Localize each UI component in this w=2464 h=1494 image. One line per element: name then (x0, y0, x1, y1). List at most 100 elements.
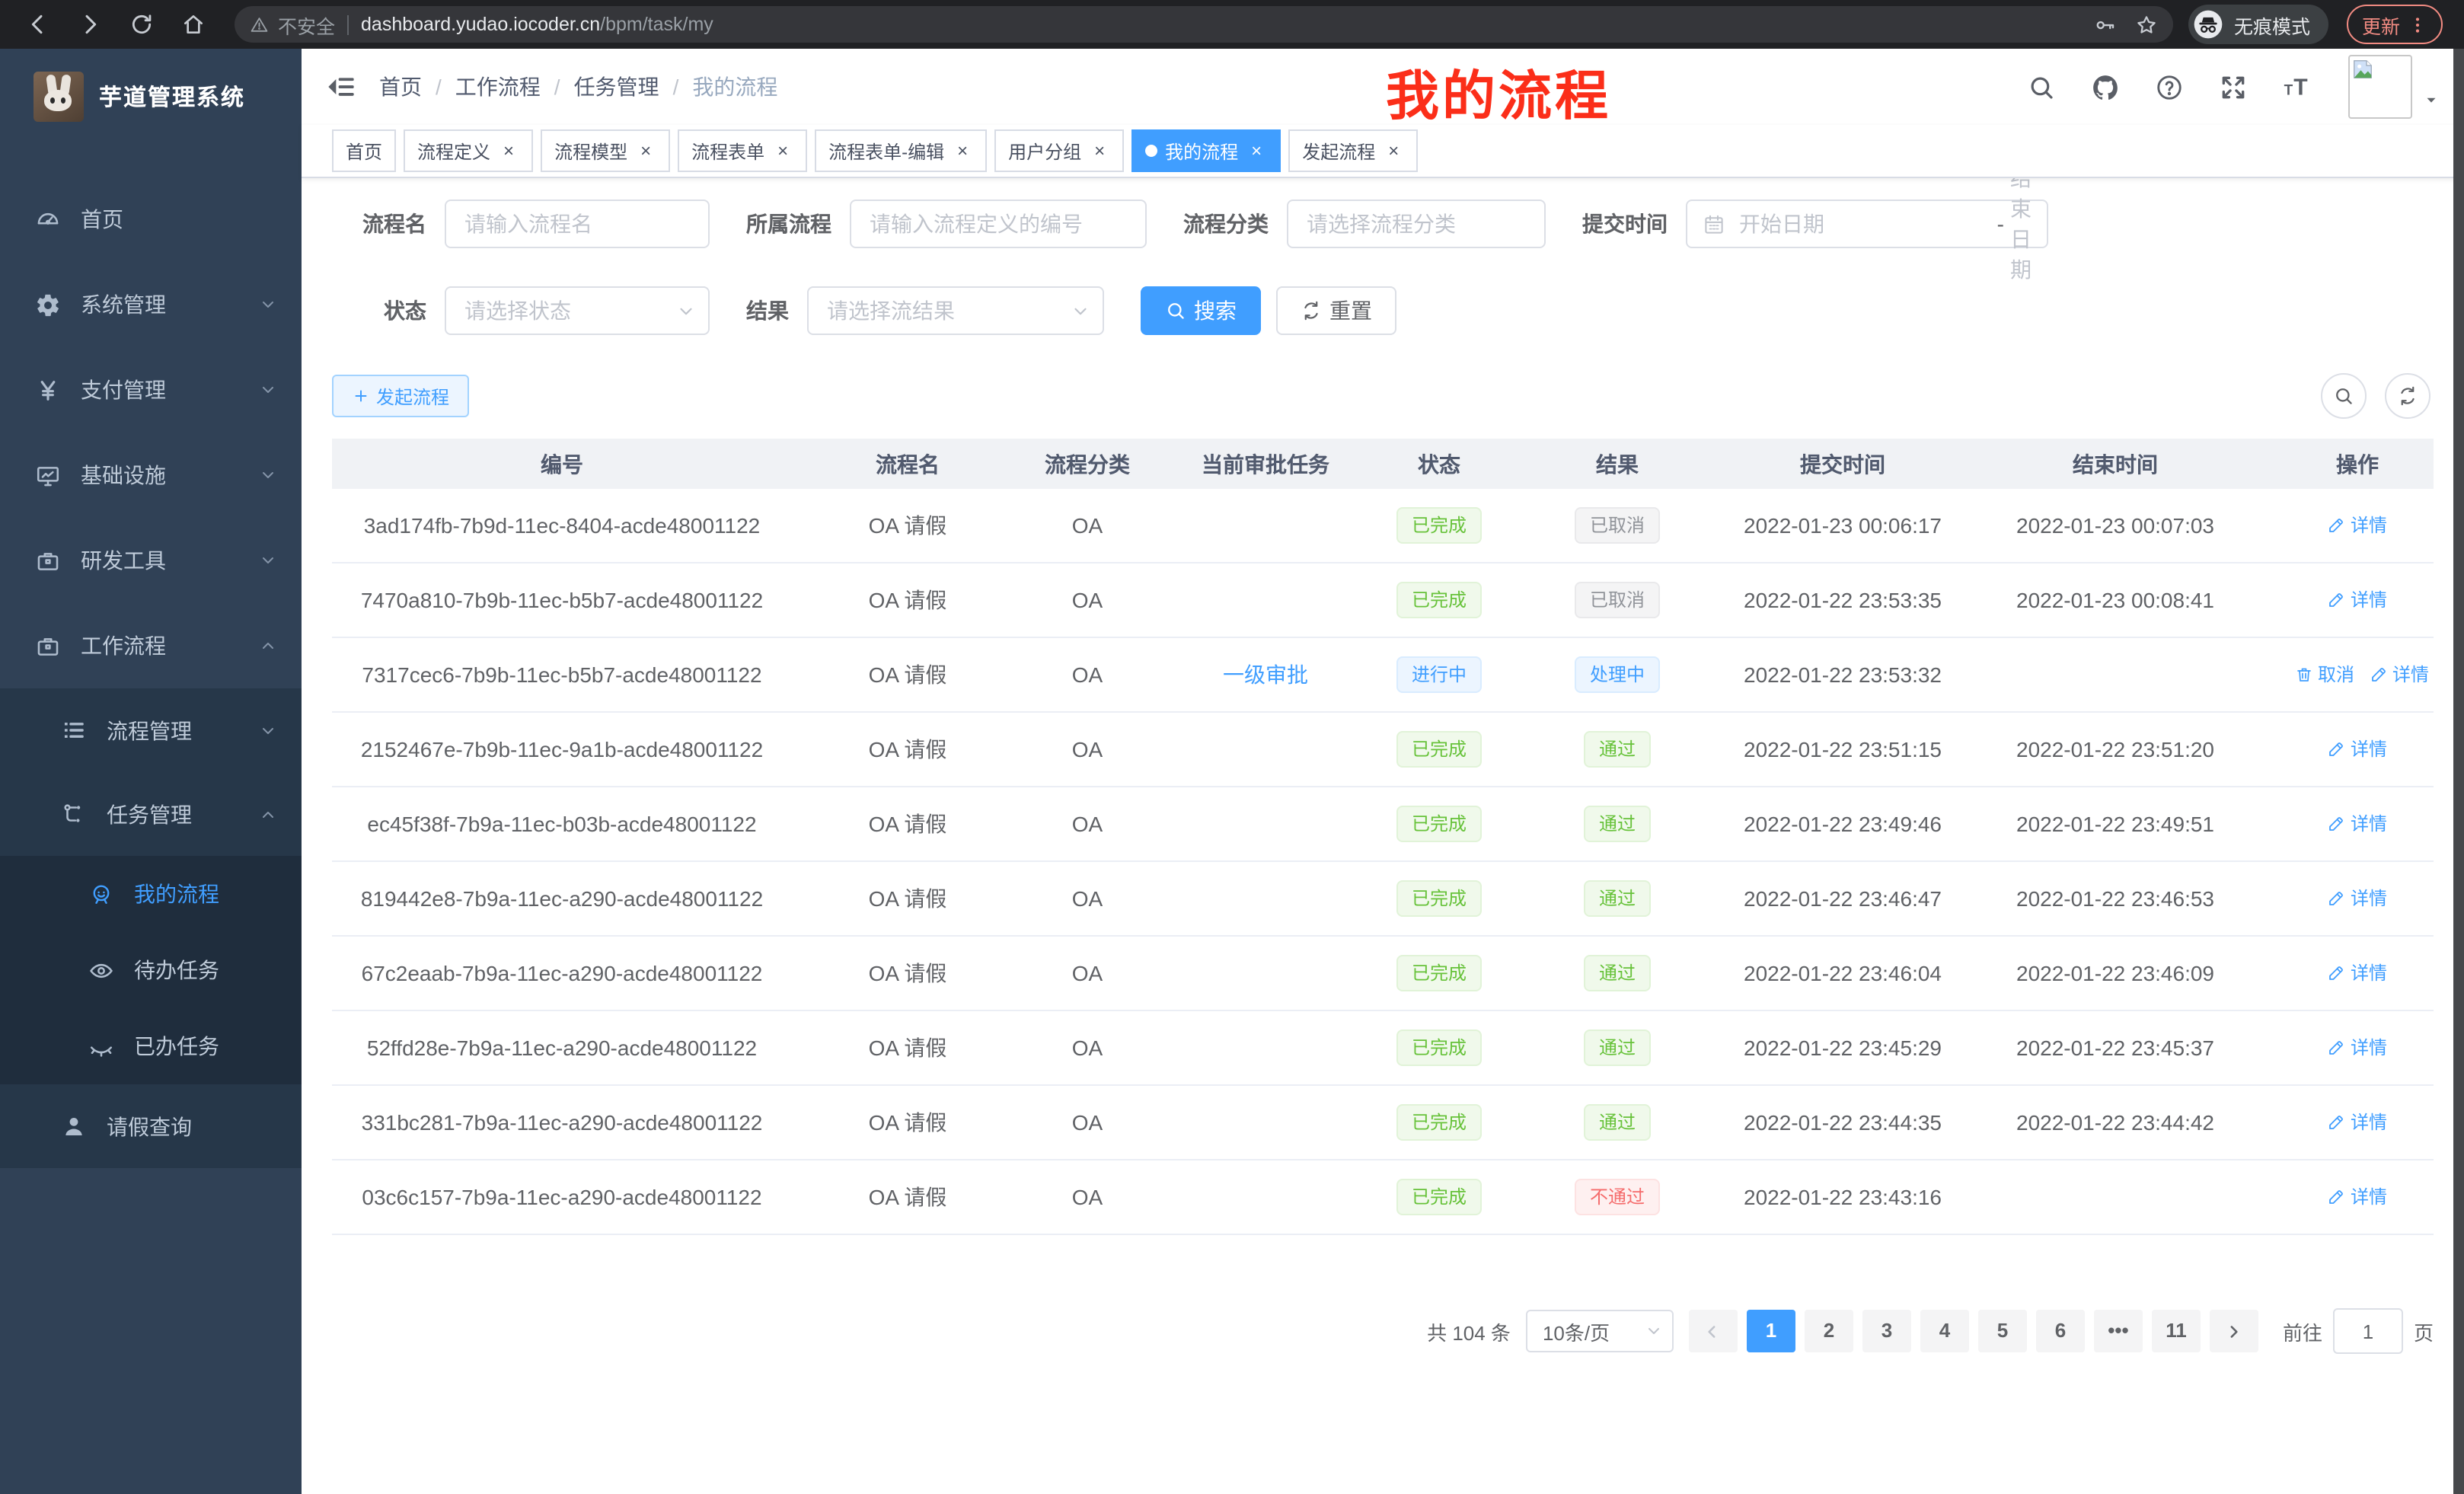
close-icon[interactable]: × (772, 140, 793, 161)
home-icon[interactable] (181, 12, 206, 37)
tab-process-form[interactable]: 流程表单 × (678, 129, 807, 172)
prev-page-button[interactable] (1689, 1310, 1738, 1352)
fullscreen-icon[interactable] (2219, 72, 2248, 101)
page-ellipsis[interactable]: ••• (2094, 1310, 2143, 1352)
star-icon[interactable] (2135, 13, 2158, 36)
next-page-button[interactable] (2210, 1310, 2258, 1352)
reset-button[interactable]: 重置 (1276, 286, 1396, 335)
page-size-select[interactable]: 10条/页 (1526, 1310, 1674, 1352)
browser-scrollbar[interactable] (2453, 49, 2464, 1494)
page-button-2[interactable]: 2 (1805, 1310, 1853, 1352)
search-button[interactable]: 搜索 (1141, 286, 1261, 335)
tab-process-model[interactable]: 流程模型 × (541, 129, 670, 172)
field-input[interactable] (867, 210, 1130, 238)
detail-action-link[interactable]: 详情 (2328, 587, 2387, 613)
field-control[interactable] (850, 200, 1147, 248)
close-icon[interactable]: × (1089, 140, 1110, 161)
field-input[interactable] (461, 297, 693, 324)
tab-user-group[interactable]: 用户分组 × (994, 129, 1124, 172)
field-control[interactable] (445, 200, 710, 248)
sidebar-item-home[interactable]: 首页 (0, 177, 302, 262)
page-button-1[interactable]: 1 (1747, 1310, 1795, 1352)
breadcrumb-item[interactable]: 我的流程 (692, 72, 777, 102)
field-label: 结果 (746, 295, 789, 326)
kebab-menu-icon[interactable] (2408, 14, 2427, 34)
field-control[interactable] (807, 286, 1104, 335)
close-icon[interactable]: × (1246, 140, 1267, 161)
sidebar-item-my-process[interactable]: 我的流程 (0, 856, 302, 932)
edit-icon (2370, 666, 2388, 684)
field-input[interactable] (1736, 210, 1991, 238)
sidebar-item-payment[interactable]: 支付管理 (0, 347, 302, 433)
cancel-action-link[interactable]: 取消 (2295, 662, 2354, 688)
close-icon[interactable]: × (498, 140, 519, 161)
detail-action-link[interactable]: 详情 (2328, 886, 2387, 911)
detail-action-link[interactable]: 详情 (2328, 512, 2387, 538)
status-badge: 进行中 (1396, 656, 1482, 693)
key-icon[interactable] (2094, 13, 2117, 36)
caret-down-icon[interactable] (2423, 91, 2440, 108)
page-button-3[interactable]: 3 (1862, 1310, 1911, 1352)
detail-action-link[interactable]: 详情 (2328, 1184, 2387, 1210)
sidebar-item-process-mgmt[interactable]: 流程管理 (0, 688, 302, 772)
start-process-button[interactable]: 发起流程 (332, 375, 469, 417)
filter-row-2: 状态 结果 (332, 286, 2434, 335)
field-control[interactable] (1287, 200, 1546, 248)
hamburger-icon[interactable] (326, 72, 356, 102)
sidebar-item-todo-tasks[interactable]: 待办任务 (0, 932, 302, 1008)
end-date-placeholder[interactable]: 结束日期 (2010, 163, 2032, 285)
field-control[interactable]: - 结束日期 (1686, 200, 2048, 248)
search-icon[interactable] (2027, 72, 2056, 101)
sidebar-item-leave-query[interactable]: 请假查询 (0, 1084, 302, 1168)
field-input[interactable] (461, 210, 693, 238)
page-button-4[interactable]: 4 (1920, 1310, 1969, 1352)
github-icon[interactable] (2091, 72, 2120, 101)
reload-icon[interactable] (129, 12, 154, 37)
forward-icon[interactable] (78, 12, 102, 37)
tab-process-definition[interactable]: 流程定义 × (404, 129, 533, 172)
breadcrumb-item[interactable]: 首页 (379, 72, 422, 102)
user-avatar[interactable] (2348, 55, 2440, 119)
font-size-icon[interactable]: TT (2283, 72, 2312, 101)
field-input[interactable] (1304, 210, 1529, 238)
close-icon[interactable]: × (1383, 140, 1404, 161)
sidebar-item-workflow[interactable]: 工作流程 (0, 603, 302, 688)
sidebar-item-devtools[interactable]: 研发工具 (0, 518, 302, 603)
tab-process-form-edit[interactable]: 流程表单-编辑 × (815, 129, 987, 172)
tab-start-process[interactable]: 发起流程 × (1288, 129, 1418, 172)
sidebar-item-done-tasks[interactable]: 已办任务 (0, 1008, 302, 1084)
refresh-table-button[interactable] (2385, 373, 2430, 419)
current-task-link[interactable]: 一级审批 (1223, 662, 1308, 687)
help-icon[interactable] (2155, 72, 2184, 101)
detail-action-link[interactable]: 详情 (2328, 1109, 2387, 1135)
show-search-button[interactable] (2321, 373, 2367, 419)
detail-action-link[interactable]: 详情 (2328, 811, 2387, 837)
menu-item-label: 我的流程 (134, 879, 219, 909)
page-jump-input[interactable] (2333, 1308, 2403, 1354)
action-label: 详情 (2351, 960, 2387, 986)
detail-action-link[interactable]: 详情 (2328, 1035, 2387, 1061)
search-icon (2333, 385, 2354, 407)
tab-my-process[interactable]: 我的流程 × (1131, 129, 1281, 172)
field-control[interactable] (445, 286, 710, 335)
chrome-update-button[interactable]: 更新 (2347, 5, 2443, 44)
address-bar[interactable]: 不安全 dashboard.yudao.iocoder.cn /bpm/task… (235, 6, 2173, 43)
page-button-11[interactable]: 11 (2152, 1310, 2201, 1352)
field-input[interactable] (824, 297, 1087, 324)
page-button-6[interactable]: 6 (2036, 1310, 2085, 1352)
page-button-5[interactable]: 5 (1978, 1310, 2027, 1352)
back-icon[interactable] (26, 12, 50, 37)
sidebar-item-system[interactable]: 系统管理 (0, 262, 302, 347)
close-icon[interactable]: × (952, 140, 973, 161)
sidebar-item-task-mgmt[interactable]: 任务管理 (0, 772, 302, 856)
cell-id: 03c6c157-7b9a-11ec-a290-acde48001122 (332, 1160, 792, 1234)
cell-id: 67c2eaab-7b9a-11ec-a290-acde48001122 (332, 936, 792, 1010)
detail-action-link[interactable]: 详情 (2370, 662, 2429, 688)
tab-home[interactable]: 首页 (332, 129, 396, 172)
close-icon[interactable]: × (635, 140, 656, 161)
breadcrumb-item[interactable]: 任务管理 (574, 72, 659, 102)
breadcrumb-item[interactable]: 工作流程 (455, 72, 541, 102)
sidebar-item-infrastructure[interactable]: 基础设施 (0, 433, 302, 518)
detail-action-link[interactable]: 详情 (2328, 960, 2387, 986)
detail-action-link[interactable]: 详情 (2328, 736, 2387, 762)
